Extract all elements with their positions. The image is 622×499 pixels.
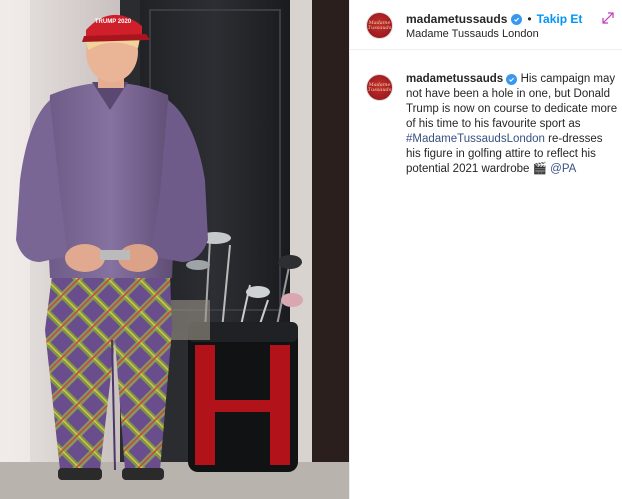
profile-avatar[interactable]: Madame Tussauds [366, 12, 393, 39]
post-photo[interactable]: TRUMP 2020 [0, 0, 349, 499]
header-username[interactable]: madametussauds [406, 12, 507, 26]
expand-arrows-icon[interactable] [602, 12, 614, 24]
post-caption: Madame Tussauds madametussauds His campa… [350, 50, 622, 177]
verified-badge-icon [511, 13, 523, 25]
caption-avatar[interactable]: Madame Tussauds [366, 74, 393, 101]
clapper-board-icon: 🎬 [532, 163, 547, 175]
caption-hashtag[interactable]: #MadameTussaudsLondon [406, 133, 545, 145]
separator-dot: • [527, 12, 532, 26]
header-username-row: madametussauds • Takip Et [406, 12, 582, 26]
post-location[interactable]: Madame Tussauds London [406, 28, 539, 40]
caption-mention[interactable]: @PA [550, 163, 576, 175]
caption-text: madametussauds His campaign may not have… [406, 72, 618, 177]
caption-verified-badge-icon [506, 74, 518, 85]
post-sidebar: Madame Tussauds madametussauds • Takip E… [349, 0, 622, 499]
floor [0, 462, 349, 499]
caption-username[interactable]: madametussauds [406, 73, 503, 85]
post-header: Madame Tussauds madametussauds • Takip E… [350, 0, 622, 50]
avatar-logo-text: Madame Tussauds [367, 19, 392, 31]
cap-text: TRUMP 2020 [95, 19, 132, 25]
follow-button[interactable]: Takip Et [537, 12, 583, 26]
belt-buckle [100, 250, 130, 260]
photo-illustration: TRUMP 2020 [0, 0, 349, 499]
caption-avatar-logo-text: Madame Tussauds [367, 81, 392, 93]
